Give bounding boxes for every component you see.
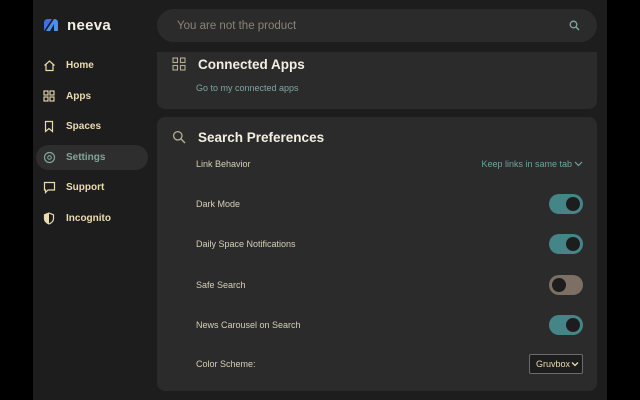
- neeva-logo-icon: [44, 19, 58, 31]
- link-behavior-label: Link Behavior: [196, 159, 251, 169]
- sidebar-item-home[interactable]: Home: [36, 53, 148, 78]
- link-behavior-dropdown[interactable]: Keep links in same tab: [481, 159, 583, 169]
- search-preferences-title: Search Preferences: [198, 129, 325, 145]
- sidebar-item-label: Spaces: [66, 121, 102, 132]
- sidebar-item-label: Apps: [66, 90, 91, 102]
- connected-apps-header: Connected Apps: [171, 56, 305, 72]
- bookmark-icon: [42, 120, 56, 134]
- connected-apps-card: Connected Apps Go to my connected apps: [157, 52, 597, 109]
- news-carousel-toggle[interactable]: [549, 315, 583, 335]
- news-carousel-row: News Carousel on Search: [196, 314, 583, 336]
- safe-search-row: Safe Search: [196, 274, 583, 296]
- link-behavior-row: Link Behavior Keep links in same tab: [196, 153, 583, 175]
- toggle-knob: [566, 237, 580, 251]
- sidebar-item-apps[interactable]: Apps: [36, 84, 148, 109]
- settings-icon: [42, 150, 56, 164]
- sidebar-nav: Home Apps Spaces Settings Support Incogn…: [36, 53, 148, 236]
- chevron-down-icon: [571, 362, 579, 367]
- apps-grid-icon: [171, 56, 187, 72]
- search-preferences-header: Search Preferences: [171, 129, 324, 145]
- connected-apps-link[interactable]: Go to my connected apps: [196, 83, 299, 93]
- brand-name: neeva: [67, 16, 112, 34]
- search-bar: [157, 9, 597, 42]
- sidebar: neeva Home Apps Spaces Settings Support …: [33, 0, 153, 400]
- app-window: neeva Home Apps Spaces Settings Support …: [33, 0, 607, 400]
- apps-grid-icon: [42, 89, 56, 103]
- chevron-down-icon: [574, 161, 583, 167]
- brand-logo[interactable]: neeva: [43, 14, 111, 36]
- sidebar-item-label: Support: [66, 182, 105, 193]
- search-input[interactable]: [177, 19, 567, 32]
- safe-search-toggle[interactable]: [549, 275, 583, 295]
- sidebar-item-settings[interactable]: Settings: [36, 144, 148, 170]
- shield-icon: [42, 211, 56, 225]
- search-icon[interactable]: [567, 19, 581, 33]
- sidebar-item-label: Home: [66, 60, 94, 71]
- sidebar-item-incognito[interactable]: Incognito: [36, 206, 148, 231]
- toggle-knob: [566, 318, 580, 332]
- news-carousel-label: News Carousel on Search: [196, 320, 301, 330]
- sidebar-item-label: Settings: [66, 151, 106, 163]
- toggle-knob: [552, 278, 566, 292]
- sidebar-item-spaces[interactable]: Spaces: [36, 114, 148, 139]
- sidebar-item-label: Incognito: [66, 212, 111, 224]
- color-scheme-row: Color Scheme: Gruvbox: [196, 353, 583, 375]
- search-preferences-card: Search Preferences Link Behavior Keep li…: [157, 117, 597, 391]
- chat-bubble-icon: [42, 181, 56, 195]
- toggle-knob: [566, 197, 580, 211]
- color-scheme-value: Gruvbox: [536, 359, 571, 369]
- sidebar-item-support[interactable]: Support: [36, 175, 148, 200]
- safe-search-label: Safe Search: [196, 280, 246, 290]
- dark-mode-label: Dark Mode: [196, 199, 241, 209]
- search-icon: [171, 129, 187, 145]
- color-scheme-label: Color Scheme:: [196, 359, 256, 369]
- connected-apps-title: Connected Apps: [198, 56, 305, 72]
- daily-space-notifications-toggle[interactable]: [549, 234, 583, 254]
- daily-space-notifications-label: Daily Space Notifications: [196, 239, 296, 249]
- link-behavior-value: Keep links in same tab: [481, 159, 572, 169]
- dark-mode-toggle[interactable]: [549, 194, 583, 214]
- home-icon: [42, 59, 56, 73]
- dark-mode-row: Dark Mode: [196, 193, 583, 215]
- color-scheme-select[interactable]: Gruvbox: [529, 354, 583, 374]
- daily-space-notifications-row: Daily Space Notifications: [196, 233, 583, 255]
